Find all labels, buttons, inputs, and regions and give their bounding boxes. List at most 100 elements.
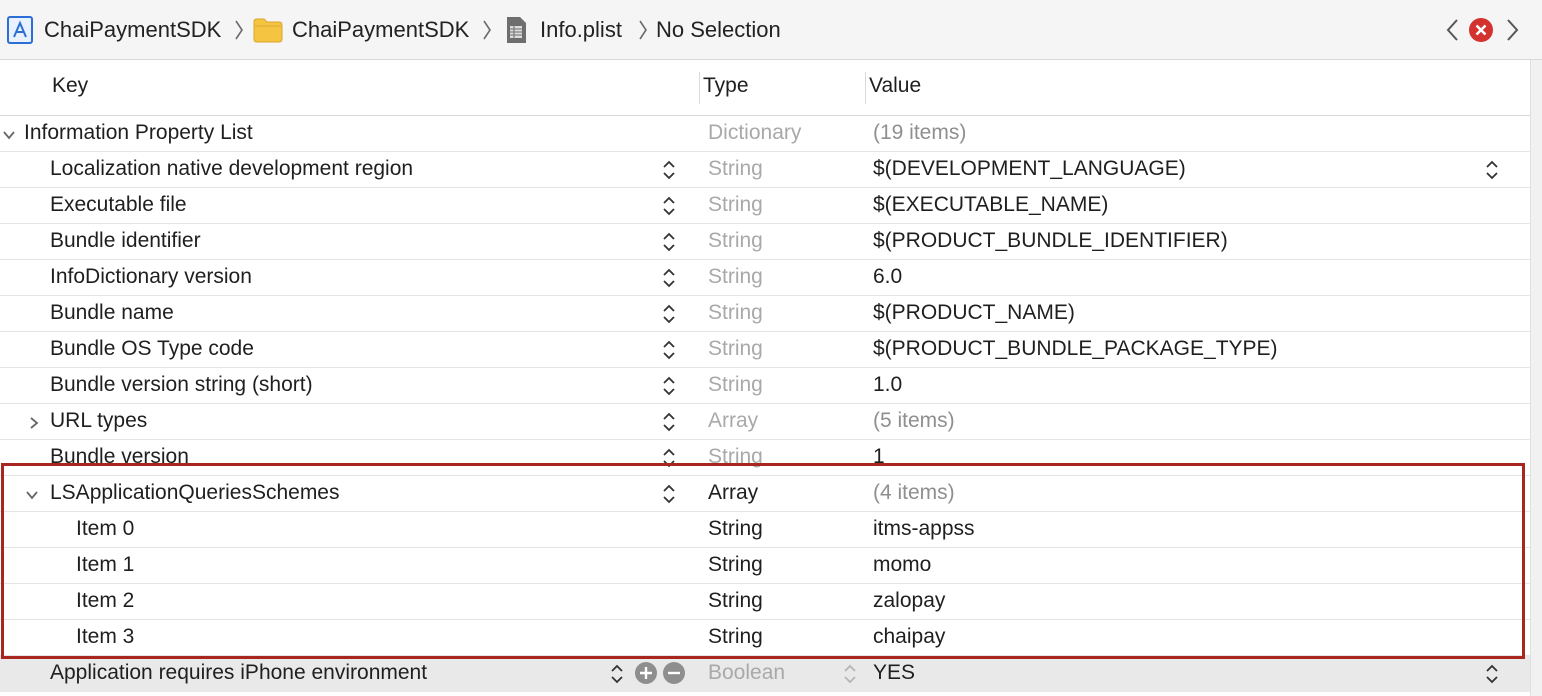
table-row[interactable]: Item 3 String chaipay — [0, 620, 1530, 656]
column-divider[interactable] — [699, 72, 700, 104]
table-row[interactable]: URL types Array (5 items) — [0, 404, 1530, 440]
key-popup-stepper-icon[interactable] — [662, 231, 676, 253]
key-popup-stepper-icon[interactable] — [662, 447, 676, 469]
row-type[interactable]: String — [708, 332, 763, 367]
row-type[interactable]: String — [708, 548, 763, 583]
type-popup-stepper-icon[interactable] — [843, 663, 857, 685]
row-value[interactable]: YES — [873, 656, 915, 691]
value-popup-stepper-icon[interactable] — [1485, 663, 1499, 685]
row-key[interactable]: Bundle version — [50, 440, 189, 475]
value-popup-stepper-icon[interactable] — [1485, 159, 1499, 181]
row-key[interactable]: Bundle version string (short) — [50, 368, 313, 403]
table-row[interactable]: Localization native development region S… — [0, 152, 1530, 188]
row-key[interactable]: InfoDictionary version — [50, 260, 252, 295]
chevron-right-icon — [637, 18, 649, 42]
row-key[interactable]: Localization native development region — [50, 152, 413, 187]
row-type[interactable]: Array — [708, 476, 758, 511]
row-value[interactable]: itms-appss — [873, 512, 975, 547]
key-popup-stepper-icon[interactable] — [662, 267, 676, 289]
row-type[interactable]: String — [708, 152, 763, 187]
key-popup-stepper-icon[interactable] — [662, 411, 676, 433]
key-popup-stepper-icon[interactable] — [662, 195, 676, 217]
row-key[interactable]: Executable file — [50, 188, 187, 223]
table-row[interactable]: Bundle name String $(PRODUCT_NAME) — [0, 296, 1530, 332]
key-popup-stepper-icon[interactable] — [662, 159, 676, 181]
column-value-header[interactable]: Value — [869, 74, 921, 98]
row-value[interactable]: 1.0 — [873, 368, 902, 403]
row-value: (19 items) — [873, 121, 967, 144]
row-key[interactable]: Bundle OS Type code — [50, 332, 254, 367]
row-value[interactable]: $(PRODUCT_NAME) — [873, 296, 1075, 331]
table-row[interactable]: LSApplicationQueriesSchemes Array (4 ite… — [0, 476, 1530, 512]
plist-file-icon[interactable] — [505, 16, 527, 44]
key-popup-stepper-icon[interactable] — [662, 483, 676, 505]
row-value[interactable]: $(PRODUCT_BUNDLE_IDENTIFIER) — [873, 224, 1228, 259]
row-value[interactable]: chaipay — [873, 620, 945, 655]
breadcrumb-file[interactable]: Info.plist — [540, 0, 622, 60]
row-type[interactable]: String — [708, 584, 763, 619]
row-type[interactable]: Array — [708, 404, 758, 439]
disclosure-collapsed-icon[interactable] — [26, 413, 42, 429]
row-key[interactable]: URL types — [50, 404, 147, 439]
vertical-scrollbar[interactable] — [1530, 60, 1542, 696]
breadcrumb-project[interactable]: ChaiPaymentSDK — [44, 0, 221, 60]
row-type[interactable]: Dictionary — [708, 116, 801, 151]
row-type[interactable]: String — [708, 188, 763, 223]
disclosure-expanded-icon[interactable] — [1, 125, 17, 141]
table-row[interactable]: Bundle OS Type code String $(PRODUCT_BUN… — [0, 332, 1530, 368]
table-row[interactable]: Bundle identifier String $(PRODUCT_BUNDL… — [0, 224, 1530, 260]
key-popup-stepper-icon[interactable] — [610, 663, 624, 685]
table-row[interactable]: Item 1 String momo — [0, 548, 1530, 584]
disclosure-expanded-icon[interactable] — [24, 485, 40, 501]
row-type[interactable]: String — [708, 368, 763, 403]
breadcrumb-folder[interactable]: ChaiPaymentSDK — [292, 0, 469, 60]
key-popup-stepper-icon[interactable] — [662, 303, 676, 325]
column-header: Key Type Value — [0, 60, 1530, 116]
key-popup-stepper-icon[interactable] — [662, 339, 676, 361]
row-key[interactable]: Application requires iPhone environment — [50, 656, 427, 691]
remove-row-icon[interactable] — [663, 662, 685, 684]
xcode-project-icon[interactable] — [7, 16, 33, 44]
table-row[interactable]: Application requires iPhone environment … — [0, 656, 1530, 692]
row-key: Item 3 — [76, 625, 135, 648]
row-type[interactable]: String — [708, 260, 763, 295]
add-row-icon[interactable] — [635, 662, 657, 684]
table-row[interactable]: Bundle version String 1 — [0, 440, 1530, 476]
plist-editor: Key Type Value Information Property List… — [0, 60, 1530, 696]
chevron-left-icon[interactable] — [1443, 16, 1463, 44]
row-type[interactable]: String — [708, 440, 763, 475]
row-key: Item 2 — [76, 589, 135, 612]
column-type-header[interactable]: Type — [703, 74, 749, 98]
row-type[interactable]: String — [708, 620, 763, 655]
row-key[interactable]: LSApplicationQueriesSchemes — [50, 476, 340, 511]
table-row[interactable]: Executable file String $(EXECUTABLE_NAME… — [0, 188, 1530, 224]
chevron-right-icon — [233, 18, 245, 42]
breadcrumb-selection[interactable]: No Selection — [656, 0, 781, 60]
row-type[interactable]: String — [708, 512, 763, 547]
row-value[interactable]: zalopay — [873, 584, 945, 619]
column-key-header[interactable]: Key — [52, 74, 88, 98]
row-value[interactable]: $(PRODUCT_BUNDLE_PACKAGE_TYPE) — [873, 332, 1278, 367]
row-value[interactable]: $(DEVELOPMENT_LANGUAGE) — [873, 152, 1186, 187]
column-divider[interactable] — [865, 72, 866, 104]
row-value[interactable]: $(EXECUTABLE_NAME) — [873, 188, 1108, 223]
row-key: Information Property List — [24, 121, 253, 144]
row-value[interactable]: momo — [873, 548, 931, 583]
table-row[interactable]: Bundle version string (short) String 1.0 — [0, 368, 1530, 404]
key-popup-stepper-icon[interactable] — [662, 375, 676, 397]
row-value[interactable]: 1 — [873, 440, 885, 475]
row-value[interactable]: 6.0 — [873, 260, 902, 295]
row-type[interactable]: String — [708, 296, 763, 331]
table-row[interactable]: Information Property List Dictionary (19… — [0, 116, 1530, 152]
chevron-right-icon — [481, 18, 493, 42]
row-key[interactable]: Bundle identifier — [50, 224, 201, 259]
table-row[interactable]: InfoDictionary version String 6.0 — [0, 260, 1530, 296]
row-key[interactable]: Bundle name — [50, 296, 174, 331]
close-icon[interactable] — [1469, 18, 1493, 42]
row-type[interactable]: String — [708, 224, 763, 259]
table-row[interactable]: Item 2 String zalopay — [0, 584, 1530, 620]
chevron-right-icon[interactable] — [1502, 16, 1522, 44]
row-type[interactable]: Boolean — [708, 656, 785, 691]
folder-icon[interactable] — [253, 17, 283, 43]
table-row[interactable]: Item 0 String itms-appss — [0, 512, 1530, 548]
